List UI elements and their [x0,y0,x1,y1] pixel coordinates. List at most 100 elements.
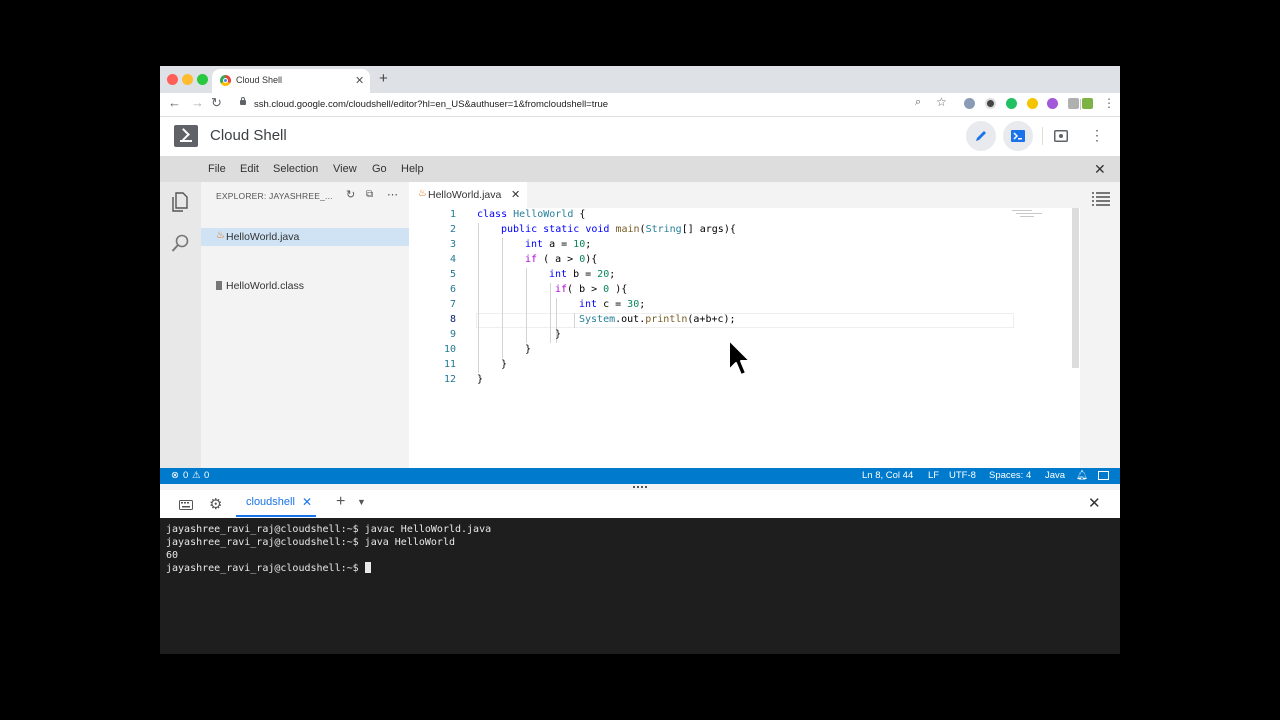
extension-icon[interactable] [1082,98,1093,109]
error-count[interactable]: 0 [183,470,188,481]
layout-icon[interactable] [1098,471,1109,480]
code-line: 7 int c = 30; [409,298,1059,313]
warning-count[interactable]: 0 [204,470,209,481]
outline-panel [1080,182,1120,468]
file-label: HelloWorld.java [226,231,300,243]
keyboard-icon[interactable] [179,500,193,510]
code-line: 4 if ( a > 0){ [409,253,1059,268]
file-label: HelloWorld.class [226,280,304,292]
menu-view[interactable]: View [333,163,357,175]
cloud-shell-header: Cloud Shell ⋮ [160,117,1120,156]
line-number: 1 [449,209,456,220]
extension-icon[interactable] [985,98,996,109]
refresh-icon[interactable]: ↻ [346,188,355,201]
browser-window: Cloud Shell ✕ + ← → ↻ ssh.cloud.google.c… [160,66,1120,654]
line-number: 11 [443,359,456,370]
browser-toolbar: ← → ↻ ssh.cloud.google.com/cloudshell/ed… [160,93,1120,117]
zoom-icon[interactable]: ⌕ [915,96,921,109]
more-options-icon[interactable]: ⋮ [1090,127,1104,144]
notification-bell-icon[interactable]: 🔔︎ [1076,470,1088,481]
indentation[interactable]: Spaces: 4 [989,470,1031,481]
menu-help[interactable]: Help [401,163,424,175]
code-editor[interactable]: 1 class HelloWorld { 2 public static voi… [409,208,1120,468]
add-terminal-icon[interactable]: + [336,493,345,511]
code-text: } [555,329,562,340]
new-tab-icon[interactable]: + [379,70,388,87]
extension-icon[interactable] [1027,98,1038,109]
explorer-files-icon[interactable] [172,192,188,212]
code-line: 3 int a = 10; [409,238,1059,253]
address-bar[interactable]: ssh.cloud.google.com/cloudshell/editor?h… [254,99,608,110]
header-divider [1042,127,1043,145]
back-icon[interactable]: ← [168,95,181,110]
maximize-window-button[interactable] [197,74,208,85]
code-text: } [501,359,508,370]
code-line: 2 public static void main(String[] args)… [409,223,1059,238]
cloud-shell-logo-icon [174,125,198,147]
minimap[interactable] [1012,210,1042,222]
app-title: Cloud Shell [210,127,287,144]
explorer-sidebar: EXPLORER: JAYASHREE_... ↻ ⧉ ⋯ [201,182,409,468]
explorer-file-helloworld-class[interactable]: HelloWorld.class [201,277,409,295]
editor-scrollbar[interactable] [1072,208,1079,368]
chrome-menu-icon[interactable]: ⋮ [1103,96,1115,110]
code-text: public static void main(String[] args){ [501,224,736,235]
outline-list-icon[interactable] [1092,192,1110,206]
close-tab-icon[interactable]: ✕ [355,74,364,87]
extension-icon[interactable] [1006,98,1017,109]
close-editor-tab-icon[interactable]: ✕ [511,188,520,201]
error-icon[interactable]: ⊗ [171,470,179,481]
chrome-favicon-icon [220,75,231,86]
collapse-all-icon[interactable]: ⧉ [366,189,373,200]
explorer-file-helloworld-java[interactable]: ♨ HelloWorld.java [201,228,409,246]
editor-tab-helloworld-java[interactable]: ♨ HelloWorld.java ✕ [409,182,527,208]
search-icon[interactable] [171,234,190,253]
language-mode[interactable]: Java [1045,470,1065,481]
forward-icon[interactable]: → [191,95,204,110]
close-window-button[interactable] [167,74,178,85]
line-ending[interactable]: LF [928,470,939,481]
bookmark-star-icon[interactable]: ☆ [936,95,947,109]
chevron-down-icon[interactable]: ▼ [357,497,366,507]
extension-icon[interactable] [964,98,975,109]
code-text: } [477,374,484,385]
browser-tab-cloud-shell[interactable]: Cloud Shell ✕ [212,69,370,93]
terminal-header: ⚙ cloudshell ✕ + ▼ ✕ [160,490,1120,519]
menu-selection[interactable]: Selection [273,163,318,175]
extension-icon[interactable] [1047,98,1058,109]
web-preview-icon[interactable] [1054,130,1068,142]
activity-bar [160,182,201,468]
terminal-line: jayashree_ravi_raj@cloudshell:~$ javac H… [166,524,492,535]
close-editor-icon[interactable]: ✕ [1094,161,1106,178]
open-editor-button[interactable] [966,121,996,151]
close-terminal-icon[interactable]: ✕ [1088,494,1101,512]
code-text: int b = 20; [549,269,616,280]
lock-icon [240,97,246,105]
toolbar-divider [1080,99,1081,110]
java-file-icon: ♨ [418,188,427,199]
line-number: 9 [449,329,456,340]
terminal[interactable]: jayashree_ravi_raj@cloudshell:~$ javac H… [160,518,1120,654]
mouse-pointer-icon [728,339,751,376]
terminal-tab-label[interactable]: cloudshell [246,496,295,508]
menu-go[interactable]: Go [372,163,387,175]
warning-icon[interactable]: ⚠ [192,470,201,481]
menu-edit[interactable]: Edit [240,163,259,175]
terminal-icon [1011,130,1025,142]
minimize-window-button[interactable] [182,74,193,85]
close-terminal-tab-icon[interactable]: ✕ [302,495,312,509]
browser-tab-title: Cloud Shell [236,75,283,85]
encoding[interactable]: UTF-8 [949,470,976,481]
line-number: 2 [449,224,456,235]
menu-file[interactable]: File [208,163,226,175]
line-number: 12 [443,374,456,385]
cursor-position[interactable]: Ln 8, Col 44 [862,470,913,481]
more-actions-icon[interactable]: ⋯ [387,188,398,201]
java-file-icon: ♨ [216,230,225,241]
terminal-tab-underline [236,515,316,517]
reload-icon[interactable]: ↻ [211,95,222,111]
extension-icon[interactable] [1068,98,1079,109]
open-terminal-button[interactable] [1003,121,1033,151]
settings-gear-icon[interactable]: ⚙ [209,495,222,513]
code-text: if ( a > 0){ [525,254,598,265]
